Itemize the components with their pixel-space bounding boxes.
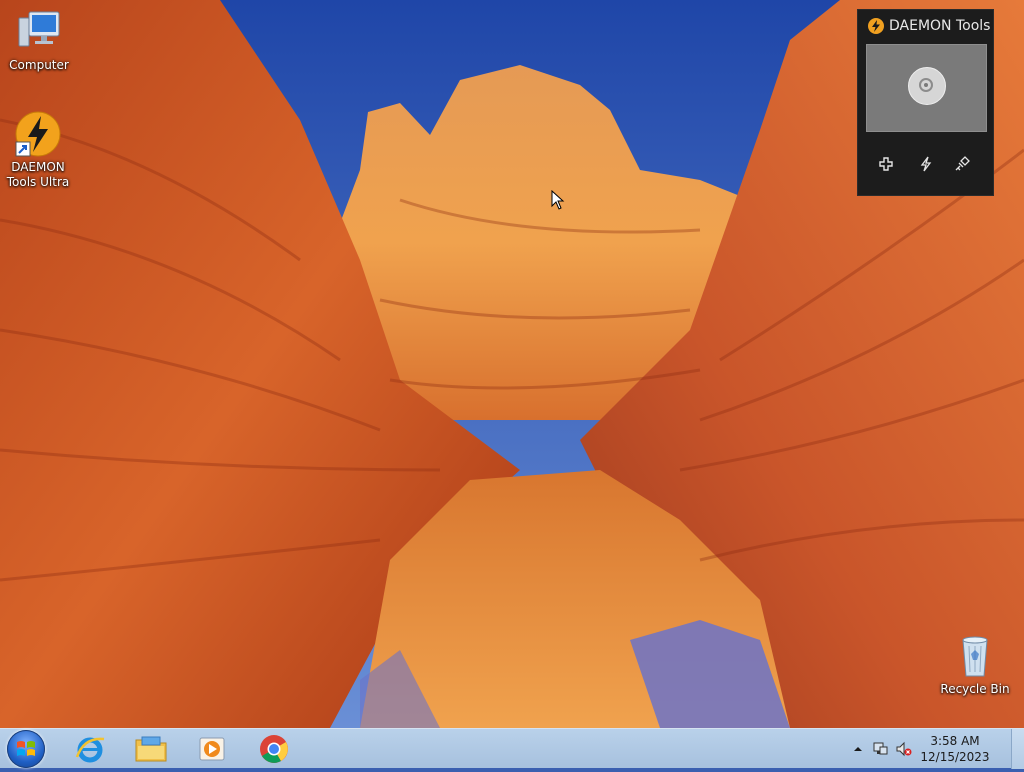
system-clock[interactable]: 3:58 AM 12/15/2023 [920, 733, 990, 765]
unmount-icon [955, 156, 970, 171]
show-hidden-icons-button[interactable] [850, 741, 866, 757]
quick-mount-icon [920, 156, 932, 172]
gadget-actions [858, 152, 995, 176]
add-image-button[interactable] [874, 152, 898, 176]
clock-time: 3:58 AM [930, 734, 980, 748]
volume-muted-icon [896, 741, 912, 757]
disc-icon [908, 67, 946, 105]
file-explorer-icon [135, 736, 167, 762]
network-icon [873, 742, 888, 755]
daemon-tools-logo-icon [868, 18, 884, 34]
taskbar-file-explorer[interactable] [127, 731, 175, 767]
media-player-icon [199, 737, 225, 761]
show-desktop-button[interactable] [1011, 729, 1024, 769]
add-icon [879, 157, 893, 171]
computer-icon [15, 8, 63, 56]
desktop-icon-daemon-tools[interactable]: DAEMON Tools Ultra [0, 110, 76, 190]
desktop-icon-label: DAEMON Tools Ultra [6, 160, 70, 189]
volume-control[interactable] [896, 741, 912, 757]
start-button[interactable] [7, 730, 45, 768]
daemon-tools-icon [14, 110, 62, 158]
clock-date: 12/15/2023 [920, 750, 990, 764]
taskbar-internet-explorer[interactable] [66, 731, 114, 767]
gadget-title: DAEMON Tools [868, 18, 990, 34]
show-hidden-icons-icon [854, 747, 862, 751]
mouse-cursor-icon [551, 189, 565, 214]
taskbar-chrome[interactable] [250, 731, 298, 767]
taskbar-media-player[interactable] [188, 731, 236, 767]
desktop-icon-label: Recycle Bin [940, 682, 1010, 696]
network-status[interactable] [872, 741, 888, 757]
taskbar: 3:58 AM 12/15/2023 [0, 728, 1024, 769]
desktop-icon-computer[interactable]: Computer [1, 8, 77, 73]
recycle-bin-icon [951, 632, 999, 680]
unmount-all-button[interactable] [950, 152, 974, 176]
desktop-icon-label: Computer [9, 58, 69, 72]
quick-mount-button[interactable] [914, 152, 938, 176]
internet-explorer-icon [75, 737, 105, 763]
desktop-icon-recycle-bin[interactable]: Recycle Bin [937, 632, 1013, 697]
daemon-tools-gadget[interactable]: DAEMON Tools [857, 9, 994, 196]
windows-start-icon [17, 741, 35, 756]
chrome-icon [260, 735, 288, 763]
virtual-drive-slot[interactable] [866, 44, 987, 132]
